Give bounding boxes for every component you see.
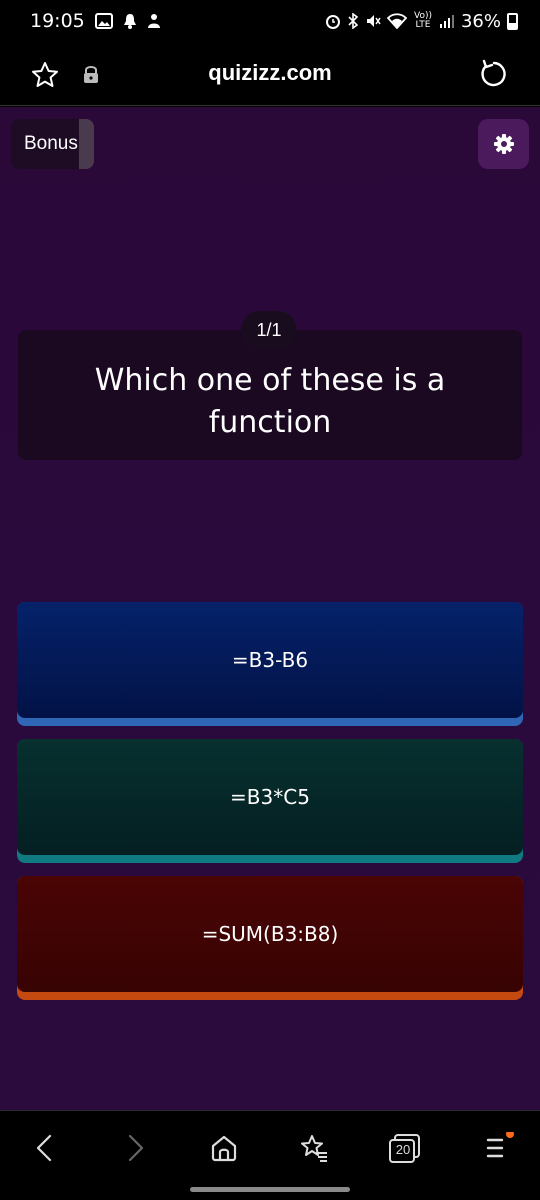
browser-bottom-nav: 20 (0, 1110, 540, 1180)
home-icon (211, 1135, 237, 1162)
menu-icon (486, 1132, 514, 1158)
answer-option-1[interactable]: =B3-B6 (17, 602, 523, 726)
settings-button[interactable] (478, 119, 529, 169)
browser-address-bar: quizizz.com (0, 42, 540, 106)
person-icon (147, 14, 160, 28)
bookmarks-button[interactable] (297, 1131, 331, 1165)
url-text[interactable]: quizizz.com (0, 60, 540, 86)
question-text: Which one of these is a function (94, 363, 446, 440)
answer-option-2[interactable]: =B3*C5 (17, 739, 523, 863)
status-bar: 19:05 Vo)) LTE 36% (0, 0, 540, 42)
forward-button[interactable] (119, 1131, 153, 1165)
bonus-button[interactable]: Bonus (11, 119, 94, 169)
gesture-home-indicator[interactable] (190, 1187, 350, 1192)
tabs-button[interactable]: 20 (386, 1131, 424, 1165)
answer-option-label: =B3*C5 (230, 785, 310, 809)
back-button[interactable] (27, 1131, 61, 1165)
bookmarks-icon (301, 1135, 327, 1162)
back-icon (36, 1134, 52, 1162)
reload-icon[interactable] (478, 58, 510, 90)
mute-icon (366, 15, 381, 27)
forward-icon (128, 1134, 144, 1162)
battery-icon (507, 12, 518, 30)
bluetooth-icon (348, 13, 359, 29)
question-counter: 1/1 (241, 311, 297, 349)
answer-option-3[interactable]: =SUM(B3:B8) (17, 876, 523, 1000)
answer-option-label: =B3-B6 (231, 648, 309, 672)
battery-percent: 36% (460, 10, 501, 32)
quiz-area: Bonus Which one of these is a function 1… (0, 107, 540, 1110)
volte-icon: Vo)) LTE (413, 11, 432, 30)
gear-icon (493, 134, 514, 154)
tabs-count: 20 (395, 1142, 411, 1157)
home-button[interactable] (207, 1131, 241, 1165)
question-card: Which one of these is a function (18, 330, 522, 460)
alarm-icon (325, 15, 340, 29)
answer-option-label: =SUM(B3:B8) (201, 922, 339, 946)
notification-bell-icon (123, 14, 136, 29)
menu-button[interactable] (480, 1131, 514, 1165)
signal-icon (439, 15, 454, 28)
wifi-icon (386, 13, 407, 29)
status-time: 19:05 (30, 10, 85, 32)
image-icon (94, 13, 113, 29)
